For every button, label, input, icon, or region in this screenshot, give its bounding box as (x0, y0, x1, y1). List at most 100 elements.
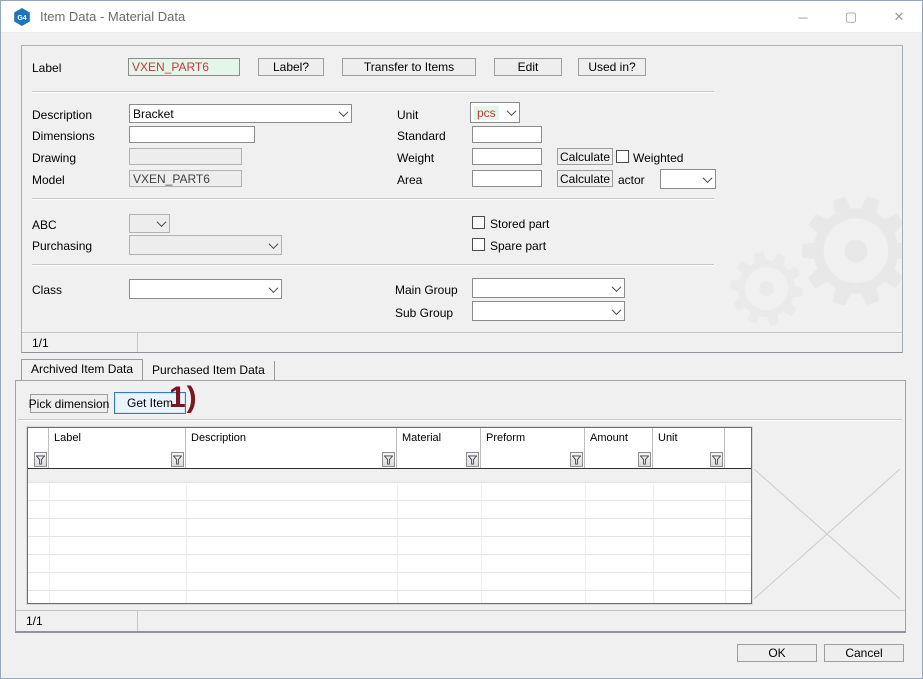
used-in-button[interactable]: Used in? (578, 58, 646, 76)
filter-funnel-icon[interactable] (171, 452, 184, 467)
sub-group-combobox[interactable] (472, 301, 625, 321)
label-input[interactable] (128, 58, 240, 76)
main-group-combobox[interactable] (472, 278, 625, 298)
record-pager-text: 1/1 (32, 335, 49, 350)
separator (32, 91, 714, 92)
chevron-down-icon[interactable] (608, 279, 624, 297)
transfer-to-items-button[interactable]: Transfer to Items (342, 58, 476, 76)
item-data-panel: ⚙ ⚙ Label Label? Transfer to Items Edit … (21, 45, 903, 353)
chevron-down-icon (153, 215, 169, 232)
label-question-button[interactable]: Label? (258, 58, 324, 76)
filter-funnel-icon[interactable] (382, 452, 395, 467)
svg-text:G4: G4 (17, 15, 26, 22)
tab-strip: Archived Item Data Purchased Item Data (21, 359, 275, 380)
table-rows[interactable] (28, 483, 751, 603)
area-label: Area (397, 173, 423, 187)
filter-funnel-icon[interactable] (466, 452, 479, 467)
ok-button[interactable]: OK (737, 644, 817, 662)
column-amount[interactable]: Amount (585, 428, 653, 468)
stored-part-checkbox[interactable] (472, 216, 485, 229)
main-group-label: Main Group (395, 283, 458, 297)
calculate-weight-button[interactable]: Calculate (557, 148, 613, 165)
factor-label: actor (618, 173, 645, 187)
weighted-label: Weighted (633, 151, 684, 165)
gear-watermark-icon: ⚙ (765, 151, 903, 353)
empty-area-x-placeholder (754, 469, 900, 599)
standard-label: Standard (397, 129, 446, 143)
minimize-icon[interactable]: ─ (794, 10, 812, 25)
class-combobox[interactable] (129, 279, 282, 299)
separator (32, 264, 714, 265)
record-pager: 1/1 (22, 332, 902, 352)
table-pager-text: 1/1 (26, 614, 43, 628)
table-header: Label Description Material Preform Amoun… (28, 428, 751, 469)
drawing-label: Drawing (32, 151, 77, 165)
standard-input[interactable] (472, 126, 542, 143)
chevron-down-icon[interactable] (503, 103, 519, 122)
dimensions-label: Dimensions (32, 129, 95, 143)
weighted-checkbox[interactable] (616, 150, 629, 163)
model-input (129, 170, 242, 187)
abc-label: ABC (32, 218, 57, 232)
spare-part-label: Spare part (490, 239, 547, 253)
chevron-down-icon[interactable] (265, 280, 281, 298)
filter-funnel-icon[interactable] (570, 452, 583, 467)
description-label: Description (32, 108, 93, 122)
table-pager: 1/1 (16, 610, 905, 631)
archived-item-data-panel: Pick dimension Get Item 1) Label Descrip… (15, 380, 906, 633)
purchasing-combobox (129, 235, 282, 255)
table-body-empty[interactable] (28, 469, 751, 603)
window-title: Item Data - Material Data (40, 9, 186, 24)
g4-app-icon: G4 (14, 7, 30, 26)
filter-funnel-icon[interactable] (34, 452, 47, 467)
label-field-label: Label (32, 61, 62, 75)
maximize-icon[interactable]: ▢ (842, 9, 860, 25)
unit-value: pcs (474, 105, 499, 120)
chevron-down-icon[interactable] (699, 170, 715, 188)
separator (18, 419, 902, 420)
tab-archived-item-data[interactable]: Archived Item Data (21, 359, 144, 380)
separator (32, 198, 714, 199)
pager-divider (137, 333, 138, 352)
model-label: Model (32, 173, 65, 187)
sub-group-label: Sub Group (395, 306, 454, 320)
calculate-area-button[interactable]: Calculate (557, 170, 613, 187)
weight-label: Weight (397, 151, 435, 165)
spare-part-checkbox[interactable] (472, 238, 485, 251)
table-new-row[interactable] (28, 469, 751, 483)
row-selector-column (28, 428, 49, 468)
factor-combobox[interactable] (660, 169, 716, 189)
stored-part-label: Stored part (490, 217, 550, 231)
edit-button[interactable]: Edit (494, 58, 562, 76)
dialog-item-data: G4 Item Data - Material Data ─ ▢ ✕ ⚙ ⚙ L… (0, 0, 923, 679)
weight-input[interactable] (472, 148, 542, 165)
annotation-1: 1) (169, 381, 198, 414)
unit-combobox[interactable]: pcs (470, 102, 520, 123)
column-filler (725, 428, 751, 468)
chevron-down-icon[interactable] (335, 105, 351, 122)
close-icon[interactable]: ✕ (890, 9, 908, 25)
column-material[interactable]: Material (397, 428, 481, 468)
column-label[interactable]: Label (49, 428, 186, 468)
unit-label: Unit (397, 108, 419, 122)
description-combobox[interactable]: Bracket (129, 104, 352, 123)
archived-items-table[interactable]: Label Description Material Preform Amoun… (26, 426, 753, 605)
class-label: Class (32, 283, 63, 297)
chevron-down-icon (265, 236, 281, 254)
column-description[interactable]: Description (186, 428, 397, 468)
pager-divider (137, 611, 138, 631)
column-preform[interactable]: Preform (481, 428, 585, 468)
tab-purchased-item-data[interactable]: Purchased Item Data (143, 361, 275, 380)
abc-combobox (129, 214, 170, 233)
dimensions-input[interactable] (129, 126, 255, 143)
chevron-down-icon[interactable] (608, 302, 624, 320)
purchasing-label: Purchasing (32, 239, 93, 253)
pick-dimension-button[interactable]: Pick dimension (29, 394, 109, 413)
drawing-input (129, 148, 242, 165)
filter-funnel-icon[interactable] (710, 452, 723, 467)
area-input[interactable] (472, 170, 542, 187)
title-bar: G4 Item Data - Material Data ─ ▢ ✕ (1, 1, 922, 33)
cancel-button[interactable]: Cancel (824, 644, 904, 662)
column-unit[interactable]: Unit (653, 428, 725, 468)
filter-funnel-icon[interactable] (638, 452, 651, 467)
